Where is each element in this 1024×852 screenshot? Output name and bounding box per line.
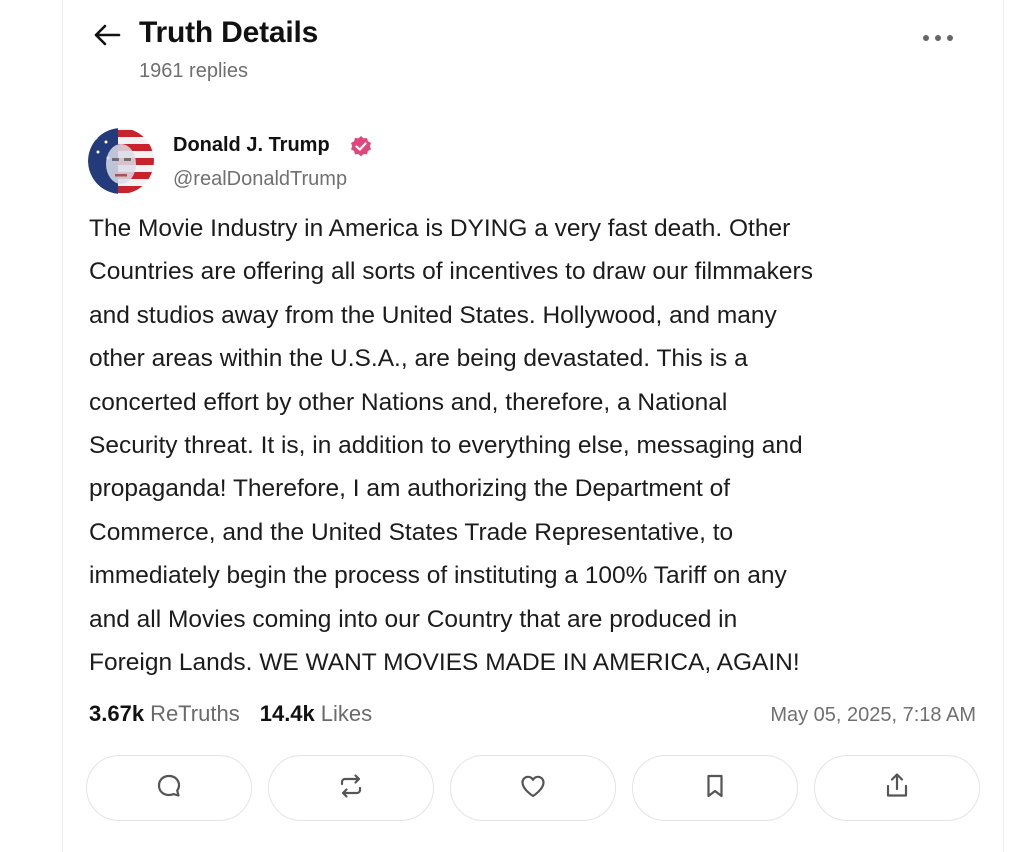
likes-stat[interactable]: 14.4k Likes <box>260 701 372 727</box>
author-name[interactable]: Donald J. Trump <box>173 134 330 157</box>
bookmark-icon <box>700 771 730 806</box>
verified-badge-icon <box>349 135 373 159</box>
retruths-count: 3.67k <box>89 701 145 726</box>
bookmark-button[interactable] <box>632 755 798 821</box>
author-handle[interactable]: @realDonaldTrump <box>173 168 347 191</box>
likes-count: 14.4k <box>259 701 315 726</box>
avatar[interactable] <box>88 128 154 194</box>
action-bar <box>86 755 980 823</box>
likes-label: Likes <box>320 701 373 726</box>
post-stats: 3.67k ReTruths 14.4k Likes <box>89 701 392 727</box>
like-heart-icon <box>518 771 548 806</box>
more-dots-icon[interactable] <box>918 26 958 50</box>
retruth-repeat-icon <box>336 771 366 806</box>
reply-bubble-icon <box>154 771 184 806</box>
reply-button[interactable] <box>86 755 252 821</box>
retruths-label: ReTruths <box>150 701 240 726</box>
retruths-stat[interactable]: 3.67k ReTruths <box>89 701 240 727</box>
retruth-button[interactable] <box>268 755 434 821</box>
share-upload-icon <box>882 771 912 806</box>
like-button[interactable] <box>450 755 616 821</box>
reply-count: 1961 replies <box>139 60 248 82</box>
page-title: Truth Details <box>139 16 319 49</box>
share-button[interactable] <box>814 755 980 821</box>
post-timestamp: May 05, 2025, 7:18 AM <box>770 704 976 726</box>
arrow-left-icon[interactable] <box>92 22 122 48</box>
post-body: The Movie Industry in America is DYING a… <box>89 215 813 677</box>
